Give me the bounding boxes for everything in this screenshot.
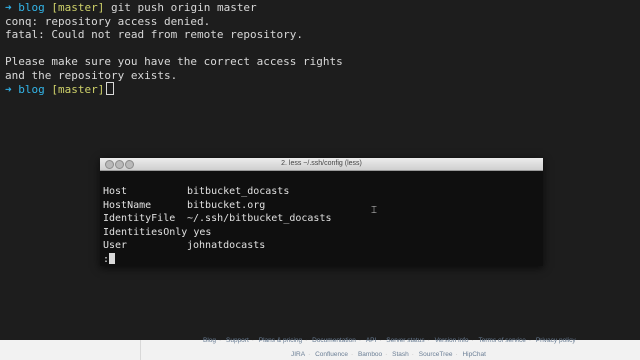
config-line: Host bitbucket_docasts bbox=[103, 185, 543, 199]
footer-link[interactable]: Blog bbox=[203, 337, 216, 344]
footer-separator: · bbox=[308, 351, 311, 358]
config-line: HostName bitbucket.org bbox=[103, 199, 543, 213]
config-key: Host bbox=[103, 186, 128, 197]
footer-link[interactable]: Terms of service bbox=[479, 337, 526, 344]
config-line: IdentitiesOnly yes bbox=[103, 226, 543, 240]
config-value: ~/.ssh/bitbucket_docasts bbox=[187, 213, 332, 224]
ibeam-cursor-icon: ⌶ bbox=[371, 205, 377, 216]
config-value: bitbucket_docasts bbox=[187, 186, 290, 197]
footer-separator: · bbox=[350, 351, 354, 358]
prompt-line[interactable]: ➜ blog [master] bbox=[5, 82, 635, 96]
footer-link[interactable]: Confluence bbox=[315, 351, 348, 358]
footer-link[interactable]: SourceTree bbox=[419, 351, 453, 358]
footer-link[interactable]: Server status bbox=[386, 337, 424, 344]
less-pager-window[interactable]: 2. less ~/.ssh/config (less) Host bitbuck… bbox=[100, 158, 543, 266]
footer-separator: · bbox=[385, 351, 388, 358]
config-value: johnatdocasts bbox=[187, 240, 266, 251]
prompt-line: ➜ blog [master] git push origin master bbox=[5, 1, 635, 15]
footer-separator: · bbox=[251, 337, 254, 344]
prompt-directory: blog bbox=[18, 1, 45, 14]
config-value: yes bbox=[193, 226, 212, 238]
footer-link[interactable]: Plans & pricing bbox=[259, 337, 302, 344]
pager-prompt-line[interactable]: : bbox=[103, 252, 543, 267]
prompt-arrow-icon: ➜ bbox=[5, 83, 12, 96]
prompt-directory: blog bbox=[18, 83, 45, 96]
config-key: IdentityFile bbox=[103, 213, 176, 224]
footer-separator: · bbox=[427, 337, 430, 344]
footer-divider bbox=[140, 340, 141, 360]
command-text: git push origin master bbox=[110, 1, 257, 14]
footer-separator: · bbox=[471, 337, 474, 344]
prompt-branch: [master] bbox=[51, 83, 105, 96]
config-key: HostName bbox=[103, 199, 152, 211]
footer-separator: · bbox=[219, 337, 222, 344]
footer-links-row: Blog · Support · Plans & pricing · Document… bbox=[200, 337, 579, 344]
config-line: IdentityFile ~/.ssh/bitbucket_docasts bbox=[103, 212, 543, 226]
footer-separator: · bbox=[358, 337, 362, 344]
footer-link[interactable]: HipChat bbox=[462, 351, 485, 358]
footer-separator: · bbox=[305, 337, 308, 344]
output-line: fatal: Could not read from remote reposi… bbox=[5, 28, 304, 41]
footer-products-row: JIRA · Confluence · Bamboo · Stash · SourceT… bbox=[288, 351, 489, 358]
window-titlebar[interactable]: 2. less ~/.ssh/config (less) bbox=[100, 158, 543, 171]
footer-link[interactable]: Bamboo bbox=[358, 351, 382, 358]
output-line: Please make sure you have the correct ac… bbox=[5, 55, 343, 68]
window-title: 2. less ~/.ssh/config (less) bbox=[281, 160, 362, 167]
config-line: User johnatdocasts bbox=[103, 239, 543, 253]
pager-cursor bbox=[109, 252, 116, 264]
prompt-branch: [master] bbox=[51, 1, 105, 14]
config-value: bitbucket.org bbox=[187, 199, 266, 211]
footer-link[interactable]: API bbox=[366, 337, 376, 344]
output-line: conq: repository access denied. bbox=[5, 14, 211, 28]
config-content: Host bitbucket_docasts HostName bitbucket.… bbox=[100, 171, 543, 266]
footer-separator: · bbox=[411, 351, 414, 358]
footer-separator: · bbox=[455, 351, 458, 358]
footer-link[interactable]: Version info bbox=[435, 337, 469, 344]
config-key: IdentitiesOnly bbox=[103, 226, 188, 238]
output-line: and the repository exists. bbox=[5, 68, 178, 82]
footer-separator: · bbox=[528, 337, 532, 344]
prompt-arrow-icon: ➜ bbox=[5, 1, 12, 14]
terminal-cursor bbox=[106, 82, 115, 95]
footer-link[interactable]: Documentation bbox=[312, 337, 356, 344]
page-footer: Blog · Support · Plans & pricing · Document… bbox=[0, 337, 640, 360]
footer-separator: · bbox=[379, 337, 382, 344]
footer-link[interactable]: Stash bbox=[392, 351, 409, 358]
footer-link[interactable]: JIRA bbox=[291, 351, 305, 358]
footer-link[interactable]: Privacy policy bbox=[536, 337, 576, 344]
config-key: User bbox=[103, 240, 128, 251]
footer-link[interactable]: Support bbox=[226, 337, 249, 344]
